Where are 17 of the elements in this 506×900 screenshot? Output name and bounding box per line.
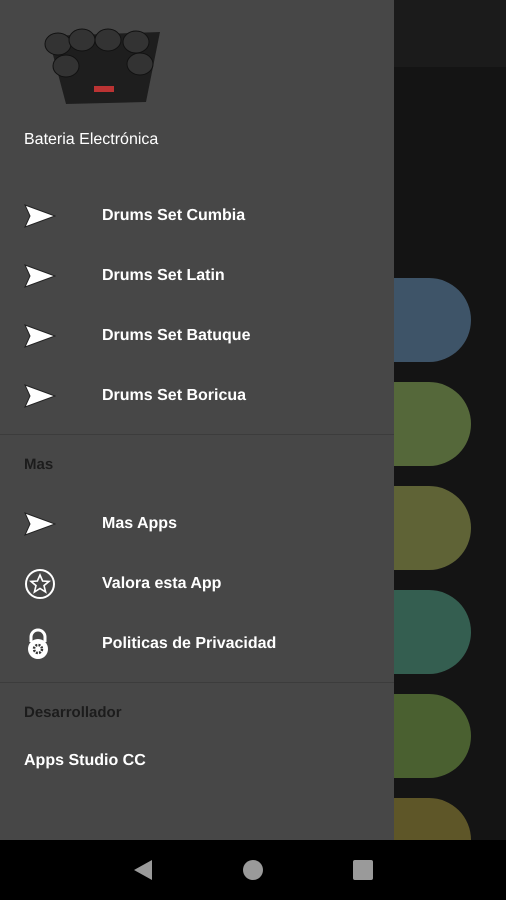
menu-item[interactable]: Mas Apps xyxy=(102,515,177,533)
menu-item[interactable]: Drums Set Cumbia xyxy=(102,207,246,225)
menu-item[interactable]: Politicas de Privacidad xyxy=(102,635,276,653)
send-icon xyxy=(24,204,56,228)
back-icon[interactable] xyxy=(133,859,153,881)
menu-item[interactable]: Drums Set Latin xyxy=(102,267,225,285)
menu-item[interactable]: Drums Set Batuque xyxy=(102,327,250,345)
drawer-title: Bateria Electrónica xyxy=(24,131,160,149)
menu-item[interactable]: Drums Set Boricua xyxy=(102,387,246,405)
send-icon xyxy=(24,384,56,408)
send-icon xyxy=(24,512,56,536)
send-icon xyxy=(24,324,56,348)
menu-item[interactable]: Valora esta App xyxy=(102,575,222,593)
home-icon[interactable] xyxy=(243,860,263,880)
send-icon xyxy=(24,264,56,288)
developer-name: Apps Studio CC xyxy=(23,751,147,770)
star-badge-icon xyxy=(24,568,56,600)
